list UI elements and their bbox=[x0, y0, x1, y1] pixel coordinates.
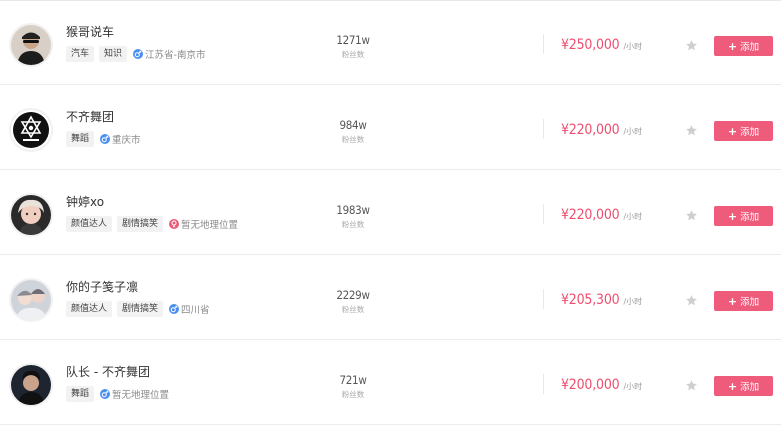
price-unit: /小时 bbox=[623, 127, 643, 136]
list-item[interactable]: 队长 - 不齐舞团 舞蹈 暂无地理位置 721w 粉丝数 ¥200,000 /小… bbox=[0, 341, 781, 425]
star-icon[interactable] bbox=[685, 379, 698, 392]
gender-icon bbox=[100, 389, 111, 399]
fans-count: 1983w 粉丝数 bbox=[320, 203, 386, 230]
category-tag: 舞蹈 bbox=[66, 131, 95, 147]
location-text: 重庆市 bbox=[112, 135, 141, 146]
divider bbox=[543, 374, 544, 394]
divider bbox=[543, 204, 544, 224]
location: 暂无地理位置 bbox=[169, 217, 238, 231]
add-button[interactable]: + 添加 bbox=[714, 36, 773, 56]
plus-icon: + bbox=[727, 209, 738, 223]
plus-icon: + bbox=[727, 39, 738, 53]
avatar[interactable] bbox=[11, 280, 51, 320]
fans-label: 粉丝数 bbox=[341, 390, 365, 399]
add-button-label: 添加 bbox=[740, 297, 760, 308]
list-item[interactable]: 不齐舞团 舞蹈 重庆市 984w 粉丝数 ¥220,000 /小时 + 添加 bbox=[0, 86, 781, 170]
price-value: ¥205,300 bbox=[561, 292, 620, 308]
influencer-name[interactable]: 不齐舞团 bbox=[66, 108, 114, 125]
price-value: ¥220,000 bbox=[561, 207, 620, 223]
tag-group: 颜值达人 剧情搞笑 暂无地理位置 bbox=[66, 216, 238, 232]
gender-icon bbox=[169, 304, 180, 314]
star-icon[interactable] bbox=[685, 39, 698, 52]
price-unit: /小时 bbox=[623, 212, 643, 221]
avatar[interactable] bbox=[11, 195, 51, 235]
category-tag: 颜值达人 bbox=[66, 216, 113, 232]
price-value: ¥200,000 bbox=[561, 377, 620, 393]
fans-number: 721w bbox=[339, 373, 367, 387]
fans-count: 2229w 粉丝数 bbox=[320, 288, 386, 315]
add-button-label: 添加 bbox=[740, 42, 760, 53]
add-button-label: 添加 bbox=[740, 382, 760, 393]
price: ¥220,000 /小时 bbox=[561, 207, 642, 223]
price: ¥200,000 /小时 bbox=[561, 377, 642, 393]
category-tag: 颜值达人 bbox=[66, 301, 113, 317]
add-button[interactable]: + 添加 bbox=[714, 291, 773, 311]
influencer-list: 猴哥说车 汽车 知识 江苏省-南京市 1271w 粉丝数 ¥250,000 /小… bbox=[0, 0, 781, 425]
price-unit: /小时 bbox=[623, 382, 643, 391]
tag-group: 颜值达人 剧情搞笑 四川省 bbox=[66, 301, 210, 317]
location-text: 暂无地理位置 bbox=[181, 220, 239, 231]
list-item[interactable]: 钟婷xo 颜值达人 剧情搞笑 暂无地理位置 1983w 粉丝数 ¥220,000… bbox=[0, 171, 781, 255]
fans-number: 1983w bbox=[336, 203, 370, 217]
add-button[interactable]: + 添加 bbox=[714, 376, 773, 396]
plus-icon: + bbox=[727, 379, 738, 393]
female-icon bbox=[169, 219, 180, 229]
location: 重庆市 bbox=[100, 132, 141, 146]
location: 江苏省-南京市 bbox=[133, 47, 205, 61]
location-text: 四川省 bbox=[181, 305, 210, 316]
price: ¥205,300 /小时 bbox=[561, 292, 642, 308]
fans-number: 984w bbox=[339, 118, 367, 132]
fans-label: 粉丝数 bbox=[341, 220, 365, 229]
price: ¥250,000 /小时 bbox=[561, 37, 642, 53]
add-button-label: 添加 bbox=[740, 212, 760, 223]
avatar[interactable] bbox=[11, 25, 51, 65]
category-tag: 剧情搞笑 bbox=[117, 301, 164, 317]
price-unit: /小时 bbox=[623, 297, 643, 306]
price-value: ¥250,000 bbox=[561, 37, 620, 53]
star-icon[interactable] bbox=[685, 294, 698, 307]
location-text: 江苏省-南京市 bbox=[145, 50, 206, 61]
fans-label: 粉丝数 bbox=[341, 305, 365, 314]
fans-label: 粉丝数 bbox=[341, 50, 365, 59]
location: 四川省 bbox=[169, 302, 210, 316]
category-tag: 剧情搞笑 bbox=[117, 216, 164, 232]
price-unit: /小时 bbox=[623, 42, 643, 51]
plus-icon: + bbox=[727, 124, 738, 138]
price-value: ¥220,000 bbox=[561, 122, 620, 138]
star-icon[interactable] bbox=[685, 124, 698, 137]
category-tag: 汽车 bbox=[66, 46, 95, 62]
influencer-name[interactable]: 钟婷xo bbox=[66, 193, 104, 210]
tag-group: 汽车 知识 江苏省-南京市 bbox=[66, 46, 205, 62]
avatar[interactable] bbox=[11, 110, 51, 150]
avatar[interactable] bbox=[11, 365, 51, 405]
add-button[interactable]: + 添加 bbox=[714, 206, 773, 226]
list-item[interactable]: 猴哥说车 汽车 知识 江苏省-南京市 1271w 粉丝数 ¥250,000 /小… bbox=[0, 1, 781, 85]
divider bbox=[543, 119, 544, 139]
tag-group: 舞蹈 重庆市 bbox=[66, 131, 141, 147]
category-tag: 知识 bbox=[99, 46, 128, 62]
price: ¥220,000 /小时 bbox=[561, 122, 642, 138]
divider bbox=[543, 289, 544, 309]
fans-number: 1271w bbox=[336, 33, 370, 47]
add-button-label: 添加 bbox=[740, 127, 760, 138]
influencer-name[interactable]: 你的子笺子凛 bbox=[66, 278, 138, 295]
gender-icon bbox=[133, 49, 144, 59]
fans-count: 984w 粉丝数 bbox=[320, 118, 386, 145]
influencer-name[interactable]: 队长 - 不齐舞团 bbox=[66, 363, 150, 380]
fans-count: 721w 粉丝数 bbox=[320, 373, 386, 400]
fans-number: 2229w bbox=[336, 288, 370, 302]
gender-icon bbox=[100, 134, 111, 144]
influencer-name[interactable]: 猴哥说车 bbox=[66, 23, 114, 40]
location-text: 暂无地理位置 bbox=[112, 390, 170, 401]
list-item[interactable]: 你的子笺子凛 颜值达人 剧情搞笑 四川省 2229w 粉丝数 ¥205,300 … bbox=[0, 256, 781, 340]
divider bbox=[543, 34, 544, 54]
fans-label: 粉丝数 bbox=[341, 135, 365, 144]
location: 暂无地理位置 bbox=[100, 387, 169, 401]
star-icon[interactable] bbox=[685, 209, 698, 222]
add-button[interactable]: + 添加 bbox=[714, 121, 773, 141]
fans-count: 1271w 粉丝数 bbox=[320, 33, 386, 60]
plus-icon: + bbox=[727, 294, 738, 308]
